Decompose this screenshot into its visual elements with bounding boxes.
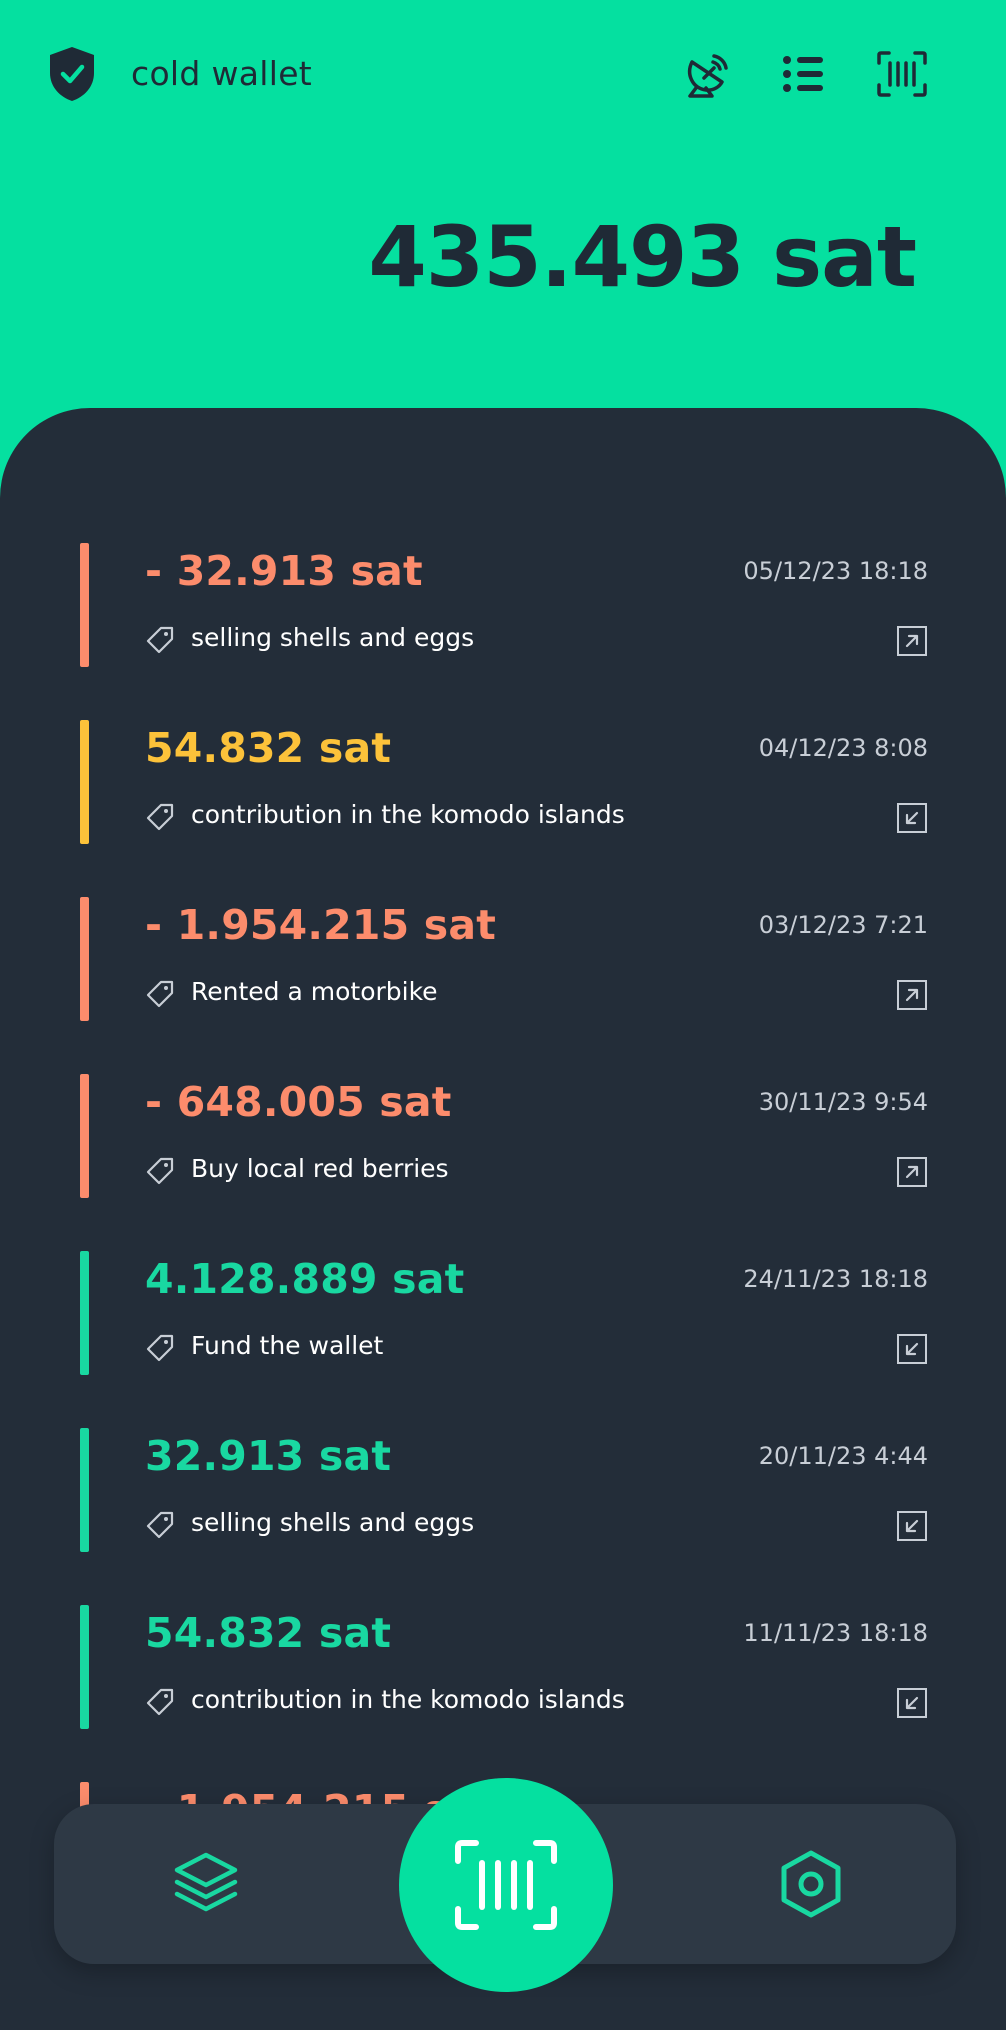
scan-icon xyxy=(455,1840,557,1930)
barcode-icon[interactable] xyxy=(874,46,930,102)
arrow-up-right-icon[interactable] xyxy=(896,979,928,1011)
tag-icon xyxy=(146,1334,174,1362)
arrow-down-left-icon[interactable] xyxy=(896,802,928,834)
arrow-down-left-icon[interactable] xyxy=(896,1687,928,1719)
arrow-up-right-icon[interactable] xyxy=(896,1156,928,1188)
transaction-row[interactable]: - 1.954.215 sat 03/12/23 7:21 Rented a mot… xyxy=(80,897,930,1021)
shield-check-icon xyxy=(50,47,94,101)
transaction-date: 20/11/23 4:44 xyxy=(758,1442,928,1470)
transaction-status-bar xyxy=(80,1605,89,1729)
tag-icon xyxy=(146,803,174,831)
arrow-down-left-icon[interactable] xyxy=(896,1333,928,1365)
transaction-status-bar xyxy=(80,720,89,844)
transaction-amount: 32.913 sat xyxy=(145,1432,392,1480)
app-title: cold wallet xyxy=(131,54,313,93)
transaction-description: selling shells and eggs xyxy=(191,623,475,652)
transaction-date: 03/12/23 7:21 xyxy=(758,911,928,939)
transaction-status-bar xyxy=(80,1251,89,1375)
transaction-amount: - 1.954.215 sat xyxy=(145,901,497,949)
transaction-status-bar xyxy=(80,1428,89,1552)
transaction-description: Rented a motorbike xyxy=(191,977,438,1006)
transaction-description: Fund the wallet xyxy=(191,1331,384,1360)
transaction-description: selling shells and eggs xyxy=(191,1508,475,1537)
transaction-row[interactable]: - 648.005 sat 30/11/23 9:54 Buy local red … xyxy=(80,1074,930,1198)
transaction-status-bar xyxy=(80,1074,89,1198)
transaction-amount: - 32.913 sat xyxy=(145,547,423,595)
transaction-status-bar xyxy=(80,543,89,667)
transaction-description: Buy local red berries xyxy=(191,1154,449,1183)
tag-icon xyxy=(146,1688,174,1716)
tag-icon xyxy=(146,980,174,1008)
tag-icon xyxy=(146,1157,174,1185)
tag-icon xyxy=(146,626,174,654)
transaction-date: 24/11/23 18:18 xyxy=(743,1265,928,1293)
scan-button[interactable] xyxy=(399,1778,613,1992)
transaction-date: 30/11/23 9:54 xyxy=(758,1088,928,1116)
list-icon[interactable] xyxy=(775,46,831,102)
transaction-amount: - 648.005 sat xyxy=(145,1078,452,1126)
hexagon-settings-icon[interactable] xyxy=(771,1846,851,1922)
arrow-down-left-icon[interactable] xyxy=(896,1510,928,1542)
transaction-date: 05/12/23 18:18 xyxy=(743,557,928,585)
tag-icon xyxy=(146,1511,174,1539)
transaction-description: contribution in the komodo islands xyxy=(191,1685,625,1714)
transaction-amount: 4.128.889 sat xyxy=(145,1255,465,1303)
transaction-date: 11/11/23 18:18 xyxy=(743,1619,928,1647)
transaction-row[interactable]: 32.913 sat 20/11/23 4:44 selling shells an… xyxy=(80,1428,930,1552)
transaction-status-bar xyxy=(80,897,89,1021)
satellite-dish-icon[interactable] xyxy=(680,46,736,102)
transaction-row[interactable]: 4.128.889 sat 24/11/23 18:18 Fund the wall… xyxy=(80,1251,930,1375)
arrow-up-right-icon[interactable] xyxy=(896,625,928,657)
transaction-date: 04/12/23 8:08 xyxy=(758,734,928,762)
transaction-amount: 54.832 sat xyxy=(145,724,392,772)
layers-icon[interactable] xyxy=(166,1846,246,1922)
transaction-row[interactable]: - 32.913 sat 05/12/23 18:18 selling shells… xyxy=(80,543,930,667)
transaction-row[interactable]: 54.832 sat 11/11/23 18:18 contribution in … xyxy=(80,1605,930,1729)
transaction-row[interactable]: 54.832 sat 04/12/23 8:08 contribution in t… xyxy=(80,720,930,844)
transaction-amount: 54.832 sat xyxy=(145,1609,392,1657)
transaction-description: contribution in the komodo islands xyxy=(191,800,625,829)
balance-amount: 435.493 sat xyxy=(368,208,917,306)
